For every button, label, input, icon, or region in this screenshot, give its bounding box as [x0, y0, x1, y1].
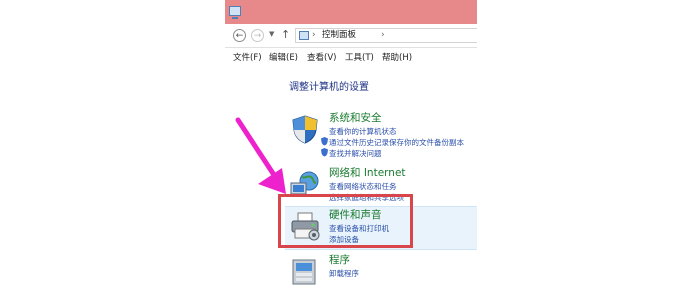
breadcrumb-separator-icon[interactable]: ›: [381, 29, 385, 42]
shield-bullet-icons: [321, 137, 328, 157]
link-uninstall-program[interactable]: 卸载程序: [329, 268, 359, 279]
breadcrumb-separator-icon[interactable]: ›: [312, 29, 316, 42]
pointer-arrow-icon: [235, 117, 286, 194]
breadcrumb-item[interactable]: 控制面板: [322, 29, 356, 42]
category-system-security: 系统和安全 查看你的计算机状态 通过文件历史记录保存你的文件备份副本 查找并解决…: [285, 110, 477, 165]
page-title: 调整计算机的设置: [289, 82, 369, 93]
navigation-bar: ← → ▼ ↑ › 控制面板 ›: [225, 25, 477, 48]
highlight-frame: [278, 194, 413, 248]
menu-edit[interactable]: 编辑(E): [269, 51, 298, 63]
menu-help[interactable]: 帮助(H): [382, 51, 412, 63]
link-network-status[interactable]: 查看网络状态和任务: [329, 181, 397, 192]
programs-icon: [292, 259, 316, 285]
menu-file[interactable]: 文件(F): [233, 51, 262, 63]
control-panel-icon: [299, 31, 309, 40]
link-file-history[interactable]: 通过文件历史记录保存你的文件备份副本: [329, 137, 464, 148]
up-arrow-icon[interactable]: ↑: [281, 28, 290, 41]
category-title[interactable]: 网络和 Internet: [329, 165, 406, 180]
category-title[interactable]: 系统和安全: [329, 110, 382, 125]
menu-tools[interactable]: 工具(T): [345, 51, 374, 63]
menu-bar: 文件(F) 编辑(E) 查看(V) 工具(T) 帮助(H): [225, 48, 477, 66]
link-troubleshoot[interactable]: 查找并解决问题: [329, 148, 382, 159]
recent-locations-chevron-icon[interactable]: ▼: [269, 30, 274, 38]
category-title[interactable]: 程序: [329, 252, 350, 267]
title-bar[interactable]: [225, 0, 477, 24]
category-programs: 程序 卸载程序: [285, 252, 477, 290]
link-view-computer-status[interactable]: 查看你的计算机状态: [329, 126, 397, 137]
control-panel-icon: [229, 6, 241, 19]
menu-view[interactable]: 查看(V): [307, 51, 336, 63]
forward-arrow-icon[interactable]: →: [251, 29, 264, 42]
address-bar[interactable]: › 控制面板 ›: [295, 28, 477, 43]
back-arrow-icon[interactable]: ←: [233, 29, 246, 42]
